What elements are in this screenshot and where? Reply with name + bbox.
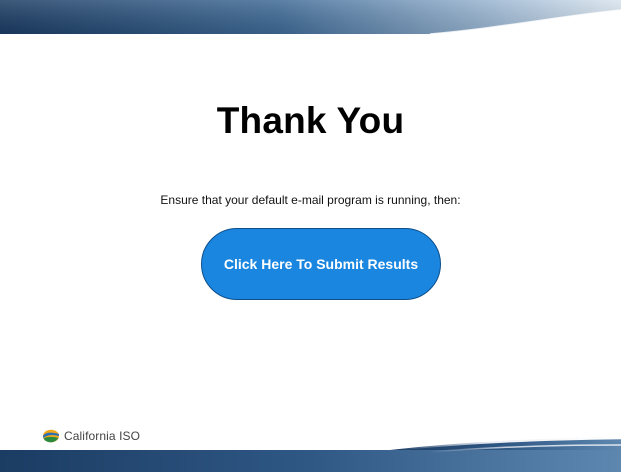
top-banner bbox=[0, 0, 621, 35]
instruction-text: Ensure that your default e-mail program … bbox=[160, 193, 461, 207]
thank-you-slide: Thank You Ensure that your default e-mai… bbox=[0, 0, 621, 472]
submit-results-button[interactable]: Click Here To Submit Results bbox=[201, 228, 441, 300]
page-title: Thank You bbox=[216, 100, 405, 141]
bottom-banner bbox=[0, 436, 621, 472]
